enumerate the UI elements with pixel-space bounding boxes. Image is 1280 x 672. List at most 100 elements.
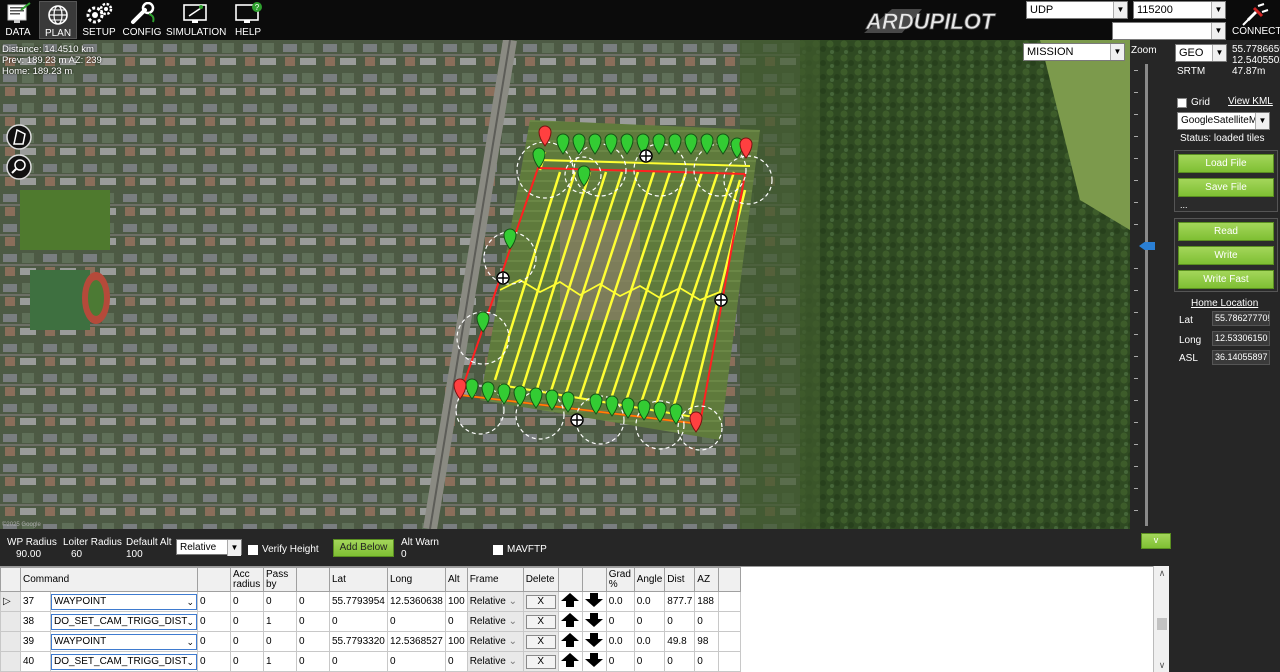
home-asl-field[interactable]: 36.14055897 (1212, 350, 1270, 365)
lat-cell[interactable]: 55.7793954 (329, 591, 388, 612)
move-down-icon[interactable] (584, 632, 604, 648)
lat-cell[interactable]: 55.7793320 (329, 631, 388, 652)
move-up-icon[interactable] (560, 592, 580, 608)
frame-header[interactable]: Frame (466, 567, 524, 592)
move-down-cell[interactable] (581, 611, 607, 632)
nav-help-button[interactable]: ? HELP (230, 1, 266, 39)
alt-cell[interactable]: 0 (445, 651, 468, 672)
row-selector[interactable] (0, 631, 21, 652)
param4-cell[interactable]: 0 (296, 611, 330, 632)
table-row[interactable]: 39 WAYPOINT ⌄ 0 0 0 0 55.7793320 12.5368527 100 Re… (0, 631, 742, 652)
alt-cell[interactable]: 0 (445, 611, 468, 632)
command-select[interactable]: WAYPOINT ⌄ (51, 593, 197, 610)
param1-header[interactable] (197, 567, 231, 592)
param4-header[interactable] (296, 567, 330, 592)
command-select[interactable]: DO_SET_CAM_TRIGG_DIST ⌄ (51, 613, 197, 630)
frame-cell[interactable]: Relative ⌄ (466, 611, 524, 632)
nav-config-button[interactable]: CONFIG (122, 1, 162, 39)
move-down-cell[interactable] (581, 591, 607, 612)
map-type-select[interactable]: GoogleSatelliteMap ▼ (1177, 112, 1270, 130)
default-alt-field[interactable]: 100 (126, 549, 143, 560)
write-fast-button[interactable]: Write Fast (1178, 270, 1274, 289)
nav-simulation-button[interactable]: SIMULATION (166, 1, 226, 39)
acc-radius-cell[interactable]: 0 (230, 651, 264, 672)
home-lat-field[interactable]: 55.78627770! (1212, 311, 1270, 326)
move-down-icon[interactable] (584, 592, 604, 608)
lat-cell[interactable]: 0 (329, 651, 388, 672)
frame-cell[interactable]: Relative ⌄ (466, 631, 524, 652)
command-cell[interactable]: WAYPOINT ⌄ (50, 591, 198, 612)
move-down-icon[interactable] (584, 612, 604, 628)
table-row[interactable]: 40 DO_SET_CAM_TRIGG_DIST ⌄ 0 0 1 0 0 0 0 Relative … (0, 651, 742, 672)
angle-header[interactable]: Angle (633, 567, 666, 592)
scroll-up-icon[interactable]: ∧ (1154, 566, 1170, 580)
grad-header[interactable]: Grad % (605, 567, 635, 592)
command-cell[interactable]: DO_SET_CAM_TRIGG_DIST ⌄ (50, 611, 198, 632)
connection-type-select[interactable]: UDP ▼ (1026, 1, 1128, 19)
long-cell[interactable]: 0 (387, 651, 446, 672)
move-up-cell[interactable] (557, 591, 583, 612)
row-selector[interactable] (0, 611, 21, 632)
move-up-cell[interactable] (557, 611, 583, 632)
alt-cell[interactable]: 100 (445, 591, 468, 612)
altitude-frame-select[interactable]: Relative ▼ (176, 539, 242, 556)
table-row[interactable]: 38 DO_SET_CAM_TRIGG_DIST ⌄ 0 0 1 0 0 0 0 Relative … (0, 611, 742, 632)
long-cell[interactable]: 0 (387, 611, 446, 632)
move-up-icon[interactable] (560, 632, 580, 648)
param1-cell[interactable]: 0 (197, 651, 231, 672)
pass-by-cell[interactable]: 1 (263, 651, 297, 672)
load-file-button[interactable]: Load File (1178, 154, 1274, 173)
loiter-radius-field[interactable]: 60 (71, 549, 82, 560)
save-file-button[interactable]: Save File (1178, 178, 1274, 197)
command-select[interactable]: WAYPOINT ⌄ (51, 633, 197, 650)
move-up-cell[interactable] (557, 631, 583, 652)
long-cell[interactable]: 12.5368527 (387, 631, 446, 652)
delete-button[interactable]: X (525, 634, 556, 649)
add-below-button[interactable]: Add Below (333, 539, 394, 557)
expand-button[interactable]: v (1141, 533, 1171, 549)
zoom-slider-track[interactable] (1145, 64, 1148, 526)
connect-button[interactable]: CONNECT (1232, 2, 1280, 38)
acc-radius-cell[interactable]: 0 (230, 631, 264, 652)
dist-header[interactable]: Dist (664, 567, 696, 592)
command-cell[interactable]: DO_SET_CAM_TRIGG_DIST ⌄ (50, 651, 198, 672)
table-row[interactable]: ▷ 37 WAYPOINT ⌄ 0 0 0 0 55.7793954 12.5360638 100 R… (0, 591, 742, 612)
move-up-icon[interactable] (560, 652, 580, 668)
param4-cell[interactable]: 0 (296, 651, 330, 672)
table-scrollbar[interactable]: ∧ ∨ (1153, 566, 1169, 672)
lat-header[interactable]: Lat (329, 567, 388, 592)
frame-cell[interactable]: Relative ⌄ (466, 591, 524, 612)
zoom-tool-icon[interactable] (6, 154, 32, 180)
move-down-cell[interactable] (581, 631, 607, 652)
alt-warn-field[interactable]: 0 (401, 549, 407, 560)
scroll-down-icon[interactable]: ∨ (1154, 658, 1170, 672)
home-long-field[interactable]: 12.53306150 (1212, 331, 1270, 346)
write-button[interactable]: Write (1178, 246, 1274, 265)
move-down-cell[interactable] (581, 651, 607, 672)
param1-cell[interactable]: 0 (197, 591, 231, 612)
move-up-cell[interactable] (557, 651, 583, 672)
acc-radius-cell[interactable]: 0 (230, 591, 264, 612)
param1-cell[interactable]: 0 (197, 631, 231, 652)
move-up-icon[interactable] (560, 612, 580, 628)
coord-format-select[interactable]: GEO ▼ (1175, 44, 1227, 62)
link-select[interactable]: ▼ (1112, 22, 1226, 40)
zoom-slider-thumb[interactable] (1139, 242, 1155, 250)
pass-by-cell[interactable]: 1 (263, 611, 297, 632)
frame-cell[interactable]: Relative ⌄ (466, 651, 524, 672)
satellite-map[interactable]: ©2025 Google (0, 40, 1130, 529)
command-header[interactable]: Command (20, 567, 198, 592)
baud-rate-select[interactable]: 115200 ▼ (1133, 1, 1226, 19)
move-down-icon[interactable] (584, 652, 604, 668)
alt-header[interactable]: Alt (445, 567, 468, 592)
wp-radius-field[interactable]: 90.00 (16, 549, 41, 560)
mavftp-checkbox[interactable] (493, 545, 503, 555)
alt-cell[interactable]: 100 (445, 631, 468, 652)
scroll-thumb[interactable] (1157, 618, 1167, 630)
delete-button[interactable]: X (525, 654, 556, 669)
param4-cell[interactable]: 0 (296, 631, 330, 652)
read-button[interactable]: Read (1178, 222, 1274, 241)
delete-header[interactable]: Delete (522, 567, 559, 592)
nav-setup-button[interactable]: SETUP (82, 1, 116, 39)
acc-radius-cell[interactable]: 0 (230, 611, 264, 632)
